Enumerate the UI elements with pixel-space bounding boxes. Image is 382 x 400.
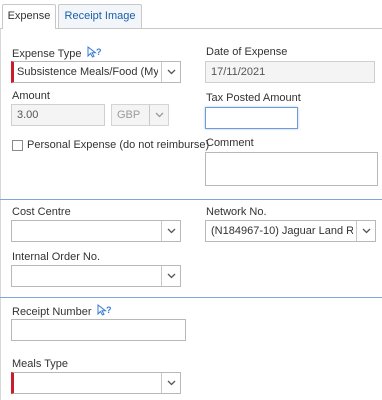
svg-text:?: ? xyxy=(96,47,102,57)
network-no-select[interactable]: (N184967-10) Jaguar Land Ro xyxy=(205,220,376,242)
section-divider xyxy=(0,297,382,298)
tab-expense[interactable]: Expense xyxy=(2,4,56,29)
chevron-down-icon[interactable] xyxy=(161,266,180,286)
tab-receipt-image[interactable]: Receipt Image xyxy=(58,4,142,28)
cost-centre-select[interactable] xyxy=(11,220,181,242)
comment-textarea[interactable] xyxy=(205,152,378,186)
chevron-down-icon xyxy=(149,105,168,125)
receipt-number-label: Receipt Number ? xyxy=(12,303,113,318)
internal-order-no-select[interactable] xyxy=(11,265,181,287)
chevron-down-icon[interactable] xyxy=(161,221,180,241)
date-of-expense-label: Date of Expense xyxy=(206,46,288,58)
amount-label: Amount xyxy=(12,90,50,102)
amount-field[interactable]: 3.00 xyxy=(11,104,105,126)
expense-type-label-text: Expense Type xyxy=(12,48,82,60)
tax-posted-amount-field[interactable] xyxy=(205,107,298,129)
personal-expense-checkbox[interactable] xyxy=(12,140,23,151)
receipt-number-field[interactable] xyxy=(11,319,186,341)
tax-posted-amount-label: Tax Posted Amount xyxy=(206,92,301,104)
chevron-down-icon[interactable] xyxy=(161,373,180,393)
expense-type-value: Subsistence Meals/Food (Mys xyxy=(17,66,158,78)
currency-select: GBP xyxy=(111,104,169,126)
network-no-value: (N184967-10) Jaguar Land Ro xyxy=(211,225,353,237)
section-divider xyxy=(0,199,382,200)
chevron-down-icon[interactable] xyxy=(161,62,180,82)
currency-value: GBP xyxy=(117,109,141,121)
network-no-label: Network No. xyxy=(206,206,267,218)
expense-type-label: Expense Type ? xyxy=(12,45,103,60)
help-icon[interactable]: ? xyxy=(87,45,103,58)
svg-text:?: ? xyxy=(106,305,112,315)
meals-type-label: Meals Type xyxy=(12,358,69,370)
help-icon[interactable]: ? xyxy=(97,303,113,316)
cost-centre-label: Cost Centre xyxy=(12,206,71,218)
personal-expense-label: Personal Expense (do not reimburse) xyxy=(27,139,210,151)
receipt-number-label-text: Receipt Number xyxy=(12,306,92,318)
chevron-down-icon[interactable] xyxy=(356,221,375,241)
comment-label: Comment xyxy=(206,137,254,149)
meals-type-select[interactable] xyxy=(11,372,181,394)
date-of-expense-field[interactable]: 17/11/2021 xyxy=(205,61,375,83)
tab-bar: Expense Receipt Image xyxy=(0,0,382,29)
expense-type-select[interactable]: Subsistence Meals/Food (Mys xyxy=(11,61,181,83)
internal-order-no-label: Internal Order No. xyxy=(12,251,101,263)
